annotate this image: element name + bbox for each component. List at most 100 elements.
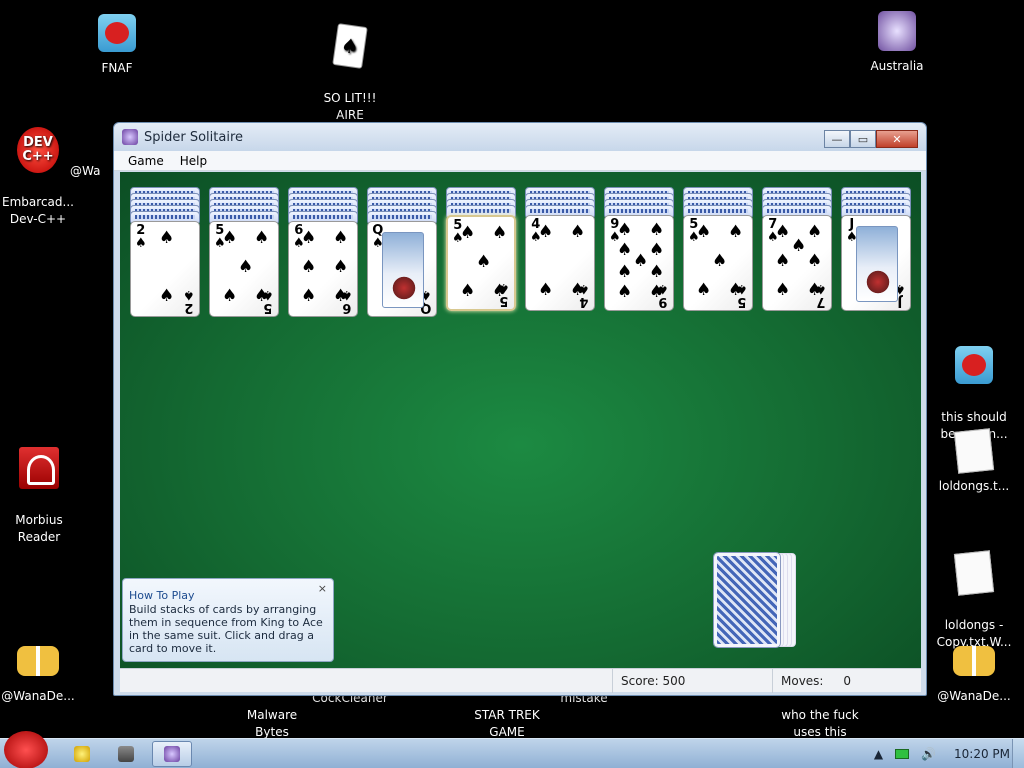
desktop-icon-wa[interactable]: @Wa <box>70 163 114 180</box>
desktop-icon-label: who the fuck uses this <box>781 708 859 739</box>
desktop-icon-label: @WanaDe... <box>1 689 75 703</box>
dev-cpp-icon: DEV C++ <box>17 127 59 173</box>
angry-bird-icon <box>98 14 136 52</box>
taskbar-spider-solitaire[interactable] <box>152 741 192 767</box>
menu-bar: Game Help <box>114 151 926 171</box>
face-up-card[interactable]: 2 ♠ 2 ♠ ♠ ♠ <box>130 221 200 317</box>
taskbar: ▲ 🔊 10:20 PM <box>0 731 1024 768</box>
tray-expand-icon[interactable]: ▲ <box>874 747 883 761</box>
spider-solitaire-icon <box>122 129 138 145</box>
card-icon: ♠ <box>332 23 368 69</box>
card-rank: 2 ♠ <box>183 287 195 315</box>
spade-icon: ♠ <box>301 286 317 306</box>
how-to-play-text: Build stacks of cards by arranging them … <box>129 603 323 655</box>
menu-help[interactable]: Help <box>172 154 215 168</box>
face-up-card[interactable]: 9 ♠ 9 ♠ ♠ ♠ ♠ ♠ ♠ ♠ ♠ ♠ ♠ <box>604 215 674 311</box>
minimize-button[interactable]: — <box>824 130 850 148</box>
score-value: 500 <box>662 674 686 688</box>
stock-deal-card[interactable] <box>713 552 781 648</box>
desktop-icon-australia[interactable]: Australia <box>855 10 939 75</box>
battery-icon[interactable] <box>895 749 910 759</box>
text-file-icon <box>953 550 995 596</box>
desktop-icon-morbius-reader[interactable]: Morbius Reader <box>0 430 81 563</box>
spade-icon: ♠ <box>301 228 317 248</box>
spade-icon: ♠ <box>222 286 238 306</box>
spade-icon: ♠ <box>222 228 238 248</box>
clock[interactable]: 10:20 PM <box>954 747 1010 761</box>
menu-game[interactable]: Game <box>120 154 172 168</box>
court-card-art <box>382 232 424 308</box>
moves-display: Moves: 0 <box>772 669 912 693</box>
spade-icon: ♠ <box>728 280 744 300</box>
desktop-icon-wanade-left[interactable]: @WanaDe... <box>0 640 80 705</box>
spade-icon: ♠ <box>617 240 633 260</box>
spade-icon: ♠ <box>775 280 791 300</box>
how-to-play-tip: × How To Play Build stacks of cards by a… <box>122 578 334 662</box>
spade-icon: ♠ <box>649 262 665 282</box>
spade-icon: ♠ <box>538 280 554 300</box>
spade-icon: ♠ <box>696 280 712 300</box>
spade-icon: ♠ <box>460 223 476 243</box>
how-to-play-title: How To Play <box>129 589 195 602</box>
desktop-icon-label: Embarcad... Dev-C++ <box>2 195 74 226</box>
face-up-card[interactable]: Q ♠ Q ♠ <box>367 221 437 317</box>
spider-solitaire-icon <box>164 746 180 762</box>
spade-icon: ♠ <box>301 257 317 277</box>
face-up-card[interactable]: 4 ♠ 4 ♠ ♠ ♠ ♠ ♠ <box>525 215 595 311</box>
face-up-card[interactable]: 5 ♠ 5 ♠ ♠ ♠ ♠ ♠ ♠ <box>683 215 753 311</box>
spade-icon: ♠ <box>617 220 633 240</box>
desktop-icon-fnaf[interactable]: FNAF <box>75 12 159 77</box>
face-up-card[interactable]: 6 ♠ 6 ♠ ♠ ♠ ♠ ♠ ♠ ♠ <box>288 221 358 317</box>
close-icon[interactable]: × <box>318 582 327 595</box>
text-file-icon <box>953 428 995 474</box>
spade-icon: ♠ <box>159 286 175 306</box>
desktop-icon-label: @Wa <box>70 164 101 178</box>
spade-icon: ♠ <box>254 286 270 306</box>
taskbar-explorer[interactable] <box>62 741 102 767</box>
moves-value: 0 <box>843 674 851 688</box>
spade-icon: ♠ <box>333 257 349 277</box>
spade-icon: ♠ <box>492 223 508 243</box>
pdf-reader-icon <box>19 447 59 489</box>
spade-icon: ♠ <box>476 252 492 272</box>
desktop-icon-label: STAR TREK GAME <box>474 708 540 739</box>
game-board: × How To Play Build stacks of cards by a… <box>120 172 921 668</box>
desktop-icon-label: FNAF <box>101 61 133 75</box>
desktop-icon-label: loldongs.t... <box>938 479 1010 493</box>
desktop-icon-wanade-right[interactable]: @WanaDe... <box>932 640 1016 705</box>
title-bar[interactable]: Spider Solitaire — ▭ ✕ <box>114 123 926 151</box>
face-up-card[interactable]: 5 ♠ 5 ♠ ♠ ♠ ♠ ♠ ♠ <box>446 215 516 311</box>
window-title: Spider Solitaire <box>144 129 244 145</box>
face-up-card[interactable]: J ♠ J ♠ <box>841 215 911 311</box>
card-rank: 2 ♠ <box>135 223 147 251</box>
spade-icon: ♠ <box>807 280 823 300</box>
start-button[interactable] <box>4 731 48 768</box>
taskbar-app[interactable] <box>106 741 146 767</box>
score-label: Score: <box>621 674 659 688</box>
volume-icon[interactable]: 🔊 <box>921 747 936 761</box>
spade-icon: ♠ <box>617 262 633 282</box>
desktop-icon-dev-cpp[interactable]: DEV C++ Embarcad... Dev-C++ <box>0 112 80 245</box>
face-up-card[interactable]: 7 ♠ 7 ♠ ♠ ♠ ♠ ♠ ♠ ♠ ♠ <box>762 215 832 311</box>
spade-icon: ♠ <box>238 257 254 277</box>
close-button[interactable]: ✕ <box>876 130 918 148</box>
desktop-icon-loldongs[interactable]: loldongs.t... <box>932 428 1016 495</box>
app-icon <box>118 746 134 762</box>
spade-icon: ♠ <box>538 222 554 242</box>
show-desktop-button[interactable] <box>1012 739 1024 768</box>
spade-icon: ♠ <box>649 282 665 302</box>
spade-icon: ♠ <box>807 222 823 242</box>
spade-icon: ♠ <box>254 228 270 248</box>
spade-icon: ♠ <box>649 220 665 240</box>
spade-icon: ♠ <box>696 222 712 242</box>
court-card-art <box>856 226 898 302</box>
maximize-button[interactable]: ▭ <box>850 130 876 148</box>
spade-icon: ♠ <box>492 281 508 301</box>
score-display: Score: 500 <box>612 669 770 693</box>
handshake-icon <box>17 646 59 676</box>
handshake-icon <box>953 646 995 676</box>
spider-solitaire-window: Spider Solitaire — ▭ ✕ Game Help × How T… <box>113 122 927 696</box>
face-up-card[interactable]: 5 ♠ 5 ♠ ♠ ♠ ♠ ♠ ♠ <box>209 221 279 317</box>
spade-icon: ♠ <box>460 281 476 301</box>
desktop-icon-label: SO LIT!!! AIRE <box>323 91 377 122</box>
